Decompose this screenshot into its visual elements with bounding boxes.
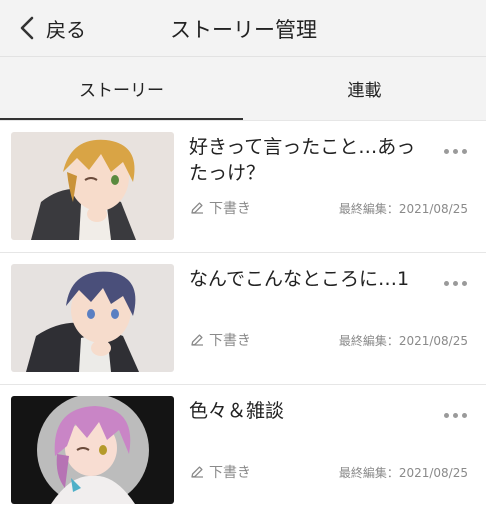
pencil-icon [191, 334, 203, 346]
story-title[interactable]: 好きって言ったこと…あったっけ？ [189, 134, 419, 186]
story-title[interactable]: 色々＆雑談 [189, 398, 419, 424]
tab-series[interactable]: 連載 [243, 57, 486, 120]
last-edited: 最終編集：2021/08/25 [338, 334, 468, 348]
draft-status: 下書き [189, 330, 251, 350]
chevron-left-icon [20, 16, 34, 40]
draft-status: 下書き [189, 198, 251, 218]
status-label: 下書き [209, 465, 251, 481]
draft-status: 下書き [189, 462, 251, 482]
story-row[interactable]: 好きって言ったこと…あったっけ？ 下書き 最終編集：2021/08/25 [0, 121, 486, 251]
back-label: 戻る [46, 17, 86, 42]
pencil-icon [191, 202, 203, 214]
anime-boy-navy-thumbnail [11, 264, 174, 372]
pencil-icon [191, 466, 203, 478]
anime-character-pink-hair-thumbnail [11, 396, 174, 504]
more-options-button[interactable] [440, 405, 470, 425]
story-row[interactable]: 色々＆雑談 下書き 最終編集：2021/08/25 [0, 385, 486, 515]
page-title: ストーリー管理 [170, 18, 317, 42]
tab-bar: ストーリー 連載 [0, 57, 486, 120]
story-row[interactable]: なんでこんなところに…1 下書き 最終編集：2021/08/25 [0, 253, 486, 383]
anime-boy-blonde-thumbnail [11, 132, 174, 240]
status-label: 下書き [209, 333, 251, 349]
more-options-button[interactable] [440, 273, 470, 293]
story-title[interactable]: なんでこんなところに…1 [189, 266, 419, 292]
tab-stories[interactable]: ストーリー [0, 57, 243, 120]
app-header: 戻る ストーリー管理 [0, 0, 486, 57]
back-button[interactable]: 戻る [18, 12, 86, 44]
more-options-button[interactable] [440, 141, 470, 161]
last-edited: 最終編集：2021/08/25 [338, 466, 468, 480]
status-label: 下書き [209, 201, 251, 217]
last-edited: 最終編集：2021/08/25 [338, 202, 468, 216]
